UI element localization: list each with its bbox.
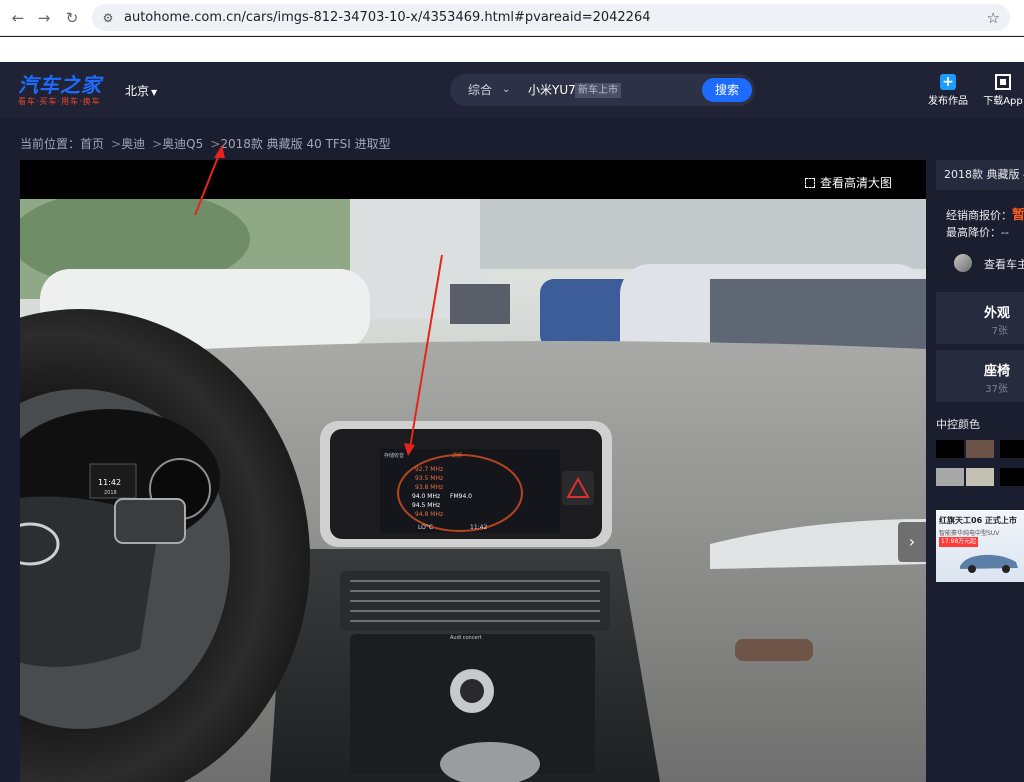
- screen-row: 93.8 MHz: [415, 484, 443, 491]
- site-header: 汽车之家 看车·买车·用车·换车 北京 ▼ 综合 ⌄ 小米YU7 新车上市 搜索 …: [0, 62, 1024, 118]
- color-swatch[interactable]: [966, 468, 994, 486]
- logo-slogan: 看车·买车·用车·换车: [18, 97, 101, 106]
- image-viewer: 查看高清大图 存储收音 调频 92.7 MHz 93.5 MHz 93.8 MH…: [20, 160, 926, 782]
- address-bar[interactable]: ⚙ autohome.com.cn/cars/imgs-812-34703-10…: [92, 4, 1010, 31]
- ad-banner[interactable]: 红旗天工06 正式上市 智能豪华纯电中型SUV 17.98万元起: [936, 510, 1024, 582]
- logo-text: 汽车之家: [18, 73, 102, 97]
- color-section-title: 中控颜色: [936, 418, 980, 431]
- screen-row: 94.5 MHz: [412, 502, 440, 509]
- breadcrumb-prefix: 当前位置：: [20, 137, 81, 151]
- dealer-price-value: 暂: [1012, 208, 1024, 223]
- chevron-right-icon: >: [111, 137, 122, 151]
- download-label: 下载App: [983, 96, 1023, 107]
- city-label: 北京: [125, 84, 150, 98]
- color-swatch[interactable]: [936, 440, 964, 458]
- caret-down-icon: ▼: [151, 88, 158, 97]
- avatar: [954, 254, 972, 272]
- ad-title: 红旗天工06 正式上市: [939, 516, 1017, 525]
- chevron-down-icon[interactable]: ⌄: [502, 74, 510, 106]
- category-seats[interactable]: 座椅 37张: [936, 350, 1024, 402]
- view-hd-button[interactable]: 查看高清大图: [804, 174, 892, 191]
- chevron-right-icon: >: [152, 137, 163, 151]
- category-name: 座椅: [983, 364, 1010, 379]
- category-count: 7张: [991, 326, 1008, 337]
- screen-row: 92.7 MHz: [415, 466, 443, 473]
- dark-car-outside: [450, 284, 510, 324]
- color-swatch[interactable]: [1000, 468, 1024, 486]
- browser-toolbar: ← → ↻ ⚙ autohome.com.cn/cars/imgs-812-34…: [0, 0, 1024, 36]
- screen-temp: LO°C: [418, 524, 433, 531]
- screen-fm-label: FM94.0: [450, 493, 472, 500]
- view-owner-link[interactable]: 查看车主: [954, 254, 1024, 272]
- screen-top-right: 调频: [452, 452, 462, 459]
- breadcrumb-brand[interactable]: 奥迪: [121, 137, 145, 151]
- category-exterior[interactable]: 外观 7张: [936, 292, 1024, 344]
- search-input[interactable]: 小米YU7: [528, 74, 576, 106]
- ad-subtitle: 智能豪华纯电中型SUV: [939, 530, 1000, 537]
- category-count: 37张: [985, 384, 1008, 395]
- publish-label: 发布作品: [928, 96, 968, 107]
- cluster-year: 2018: [104, 490, 117, 496]
- site-info-icon[interactable]: ⚙: [100, 10, 116, 26]
- wheel-buttons: [114, 498, 186, 544]
- car-title[interactable]: 2018款 典藏版 4: [936, 160, 1024, 190]
- color-swatch[interactable]: [936, 468, 964, 486]
- expand-icon: [804, 178, 815, 188]
- bookmarks-strip: [0, 37, 1024, 62]
- owner-label: 查看车主: [984, 258, 1024, 271]
- search-box: 综合 ⌄ 小米YU7 新车上市 搜索: [450, 74, 755, 106]
- url-text[interactable]: autohome.com.cn/cars/imgs-812-34703-10-x…: [124, 4, 651, 31]
- breadcrumb: 当前位置：首页 >奥迪 >奥迪Q5 >2018款 典藏版 40 TFSI 进取型: [20, 135, 391, 152]
- ad-price: 17.98万元起: [939, 537, 979, 547]
- search-tag: 新车上市: [575, 83, 621, 98]
- dealer-price-label: 经销商报价：: [946, 209, 1012, 222]
- forward-arrow-icon[interactable]: →: [34, 8, 54, 28]
- search-category[interactable]: 综合: [468, 74, 492, 106]
- bookmark-star-icon[interactable]: ☆: [987, 8, 1000, 28]
- screen-row: 94.8 MHz: [415, 511, 443, 518]
- building-right: [480, 199, 926, 269]
- category-name: 外观: [983, 306, 1010, 321]
- screen-row: 93.5 MHz: [415, 475, 443, 482]
- publish-button[interactable]: + 发布作品: [928, 74, 968, 107]
- screen-top-left: 存储收音: [384, 452, 404, 459]
- cluster-time: 11:42: [98, 478, 121, 487]
- screen-time: 11:42: [470, 524, 487, 531]
- wood-trim: [735, 639, 813, 661]
- dealer-price: 经销商报价：暂: [946, 204, 1024, 223]
- car-interior-photo[interactable]: 存储收音 调频 92.7 MHz 93.5 MHz 93.8 MHz 94.0 …: [20, 199, 926, 782]
- chevron-right-icon: >: [210, 137, 221, 151]
- search-button[interactable]: 搜索: [702, 78, 752, 102]
- plus-icon: +: [940, 74, 956, 90]
- color-swatch[interactable]: [966, 440, 994, 458]
- infotainment-screen: [380, 449, 560, 533]
- qr-code-icon: [995, 74, 1011, 90]
- breadcrumb-model[interactable]: 2018款 典藏版 40 TFSI 进取型: [220, 137, 390, 151]
- radio-brand: Audi concert: [450, 635, 482, 641]
- site-logo[interactable]: 汽车之家 看车·买车·用车·换车: [18, 74, 102, 107]
- breadcrumb-home[interactable]: 首页: [80, 137, 104, 151]
- next-image-button[interactable]: ›: [898, 522, 926, 562]
- hazard-button: [562, 471, 594, 505]
- ad-car-image: [960, 554, 1018, 573]
- city-selector[interactable]: 北京 ▼: [125, 82, 157, 99]
- view-hd-label: 查看高清大图: [819, 176, 892, 190]
- reload-icon[interactable]: ↻: [62, 8, 82, 28]
- color-swatch[interactable]: [1000, 440, 1024, 458]
- download-app-button[interactable]: 下载App: [982, 74, 1024, 107]
- screen-row: 94.0 MHz: [412, 493, 440, 500]
- knob-center: [460, 679, 484, 703]
- breadcrumb-series[interactable]: 奥迪Q5: [162, 137, 203, 151]
- back-arrow-icon[interactable]: ←: [8, 8, 28, 28]
- max-drop: 最高降价：--: [946, 226, 1009, 239]
